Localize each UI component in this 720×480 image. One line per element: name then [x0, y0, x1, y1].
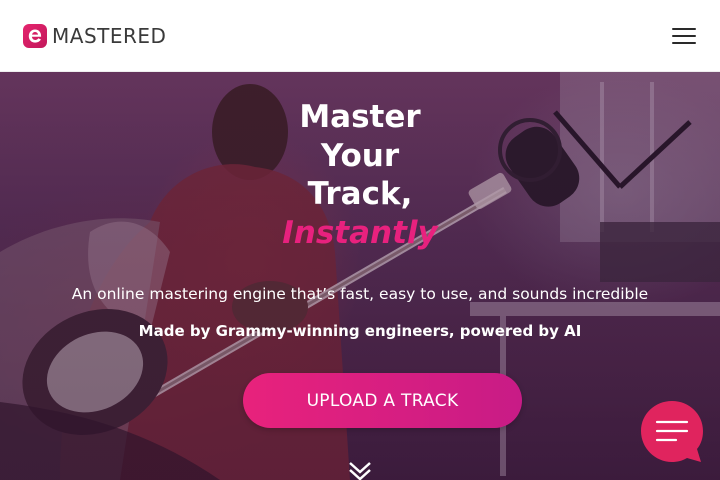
upload-track-button[interactable]: UPLOAD A TRACK — [243, 373, 522, 428]
hero-section: Master Your Track, Instantly An online m… — [0, 72, 720, 480]
hamburger-menu-button[interactable] — [670, 24, 698, 48]
scroll-down-button[interactable] — [346, 461, 374, 480]
headline-line: Your — [320, 137, 400, 174]
double-chevron-down-icon — [349, 462, 371, 480]
headline-line: Track, — [307, 176, 413, 212]
hero-headline: Master Your Track, Instantly — [210, 98, 510, 252]
brand-logo[interactable]: MASTERED — [23, 23, 166, 49]
hero-subtitle: An online mastering engine that’s fast, … — [71, 285, 649, 303]
emastered-logo-icon — [23, 24, 47, 48]
headline-accent: Instantly — [282, 214, 438, 251]
chat-widget-button[interactable] — [640, 400, 704, 464]
brand-name: MASTERED — [52, 24, 167, 48]
chat-bubble-icon — [641, 401, 703, 462]
hamburger-menu-icon — [672, 28, 696, 30]
site-header: MASTERED — [0, 0, 720, 72]
hero-tagline: Made by Grammy-winning engineers, powere… — [138, 322, 582, 340]
headline-line: Master — [299, 99, 421, 135]
